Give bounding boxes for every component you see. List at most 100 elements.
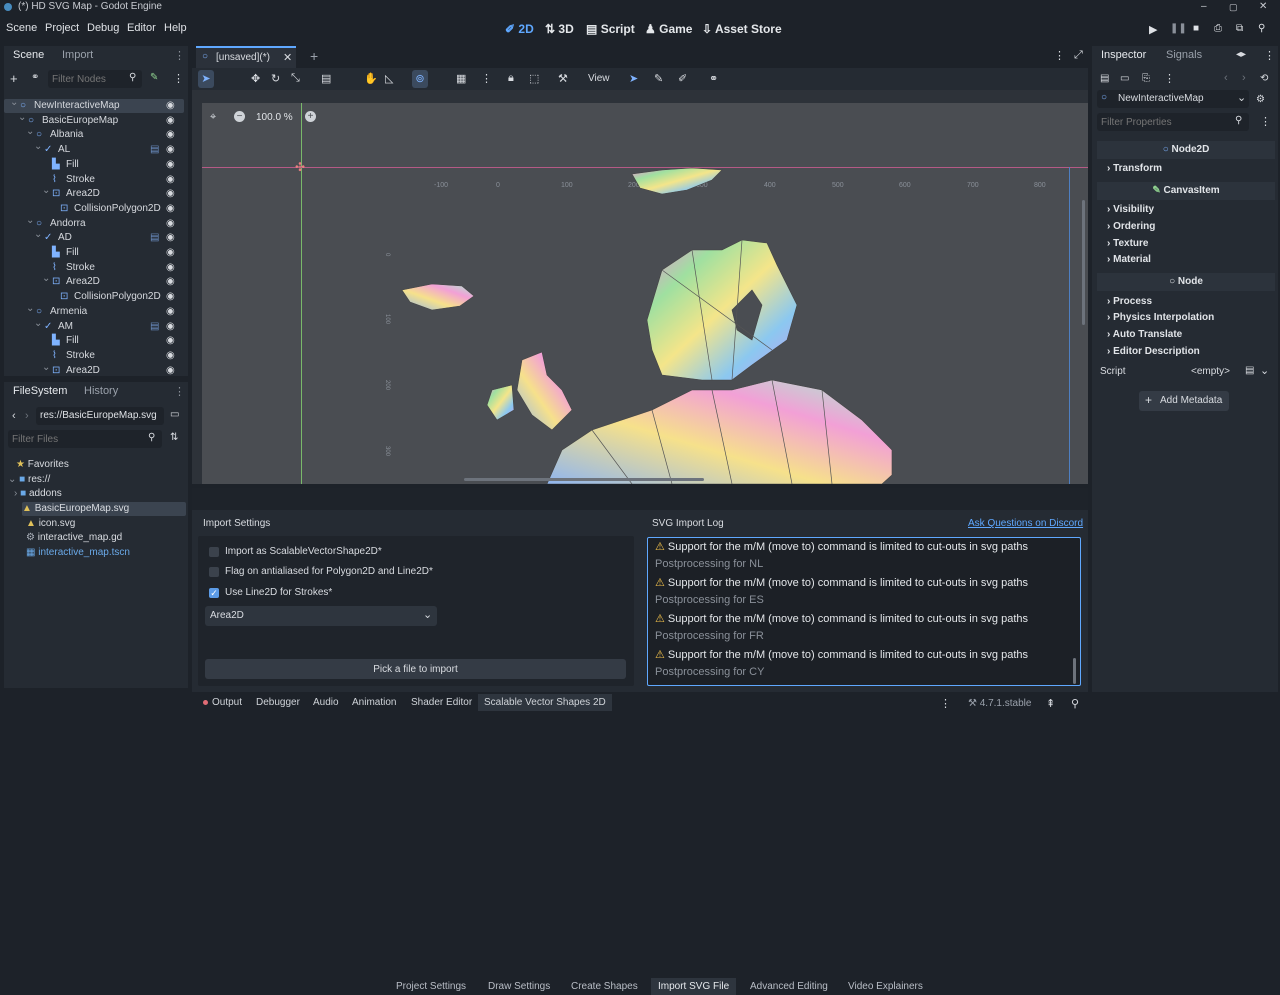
pick-file-button[interactable]: Pick a file to import: [205, 659, 626, 679]
section-visibility[interactable]: › Visibility: [1107, 204, 1154, 215]
visibility-eye-icon[interactable]: ◉: [166, 114, 175, 128]
bottom-tab[interactable]: Project Settings: [396, 981, 466, 992]
chevron-down-icon[interactable]: ⌄: [26, 214, 34, 228]
fs-item[interactable]: ▲ icon.svg: [26, 517, 75, 531]
script-attached-icon[interactable]: ▤: [150, 143, 159, 157]
attach-script-icon[interactable]: ✎: [150, 72, 158, 83]
tree-item-root[interactable]: ⌄ ○ NewInteractiveMap ◉: [4, 96, 184, 113]
pause-icon[interactable]: ❚❚: [1170, 23, 1187, 34]
view-menu[interactable]: View: [588, 73, 610, 84]
bottom-tab[interactable]: Import SVG File: [651, 978, 737, 995]
filter-properties-input[interactable]: [1101, 115, 1231, 129]
grid-snap-icon[interactable]: ▦: [456, 72, 466, 85]
tree-item[interactable]: ⌇ Stroke ◉: [4, 261, 194, 275]
tab-filesystem[interactable]: FileSystem: [13, 385, 67, 397]
scene-menu-icon[interactable]: ⋮: [173, 72, 184, 85]
new-tab-icon[interactable]: +: [310, 48, 318, 64]
visibility-eye-icon[interactable]: ◉: [166, 290, 175, 304]
visibility-eye-icon[interactable]: ◉: [166, 128, 175, 142]
menu-scene[interactable]: Scene: [6, 22, 37, 34]
bottom-bar-tab[interactable]: Scalable Vector Shapes 2D: [478, 694, 612, 711]
fs-item-selected[interactable]: ▲ BasicEuropeMap.svg: [22, 502, 186, 516]
pen-icon[interactable]: ✎: [654, 72, 663, 85]
chevron-down-icon[interactable]: ⌄: [42, 361, 50, 375]
workspace-2d[interactable]: ✐ 2D: [505, 22, 534, 36]
expand-panel-icon[interactable]: ⇞: [1046, 697, 1055, 710]
workspace-game[interactable]: ♟ Game: [645, 22, 692, 36]
smart-snap-icon[interactable]: ⊚: [412, 70, 428, 88]
path-field[interactable]: res://BasicEuropeMap.svg: [36, 407, 164, 425]
script-property-value[interactable]: <empty> ▤ ⌄: [1185, 363, 1273, 381]
visibility-eye-icon[interactable]: ◉: [166, 320, 175, 334]
pencil-icon[interactable]: ✐: [678, 72, 687, 85]
chevron-down-icon[interactable]: ⌄: [42, 272, 50, 286]
node-info-icon[interactable]: ⚙: [1256, 94, 1265, 105]
distraction-free-icon[interactable]: ⤢: [1074, 49, 1083, 62]
play-icon[interactable]: ▶: [1149, 23, 1157, 36]
section-ordering[interactable]: › Ordering: [1107, 221, 1155, 232]
chevron-down-icon[interactable]: ⌄: [42, 184, 50, 198]
filter-properties-field[interactable]: ⚲: [1097, 113, 1249, 131]
bottom-tab[interactable]: Create Shapes: [571, 981, 638, 992]
chevron-down-icon[interactable]: ⌄: [34, 140, 42, 154]
resource-menu-icon[interactable]: ⋮: [1164, 72, 1175, 85]
checkbox-antialiased[interactable]: [209, 567, 219, 577]
scale-tool-icon[interactable]: ⤡: [291, 72, 300, 85]
rotate-tool-icon[interactable]: ↻: [271, 72, 280, 85]
new-resource-icon[interactable]: ▤: [1100, 73, 1109, 84]
tab-signals[interactable]: Signals: [1166, 49, 1202, 61]
bottom-tab[interactable]: Draw Settings: [488, 981, 550, 992]
group-icon[interactable]: ⬚: [529, 72, 539, 85]
close-window-icon[interactable]: ✕: [1259, 0, 1267, 14]
menu-help[interactable]: Help: [164, 22, 187, 34]
viewport-2d[interactable]: -100010020030040050060070080090010001100…: [192, 90, 1088, 484]
section-material[interactable]: › Material: [1107, 254, 1151, 265]
visibility-eye-icon[interactable]: ◉: [166, 202, 175, 216]
bottom-bar-tab[interactable]: Audio: [313, 697, 339, 708]
workspace-3d[interactable]: ⇅ 3D: [545, 22, 574, 36]
section-transform[interactable]: › Transform: [1107, 163, 1162, 174]
visibility-eye-icon[interactable]: ◉: [166, 261, 175, 275]
section-process[interactable]: › Process: [1107, 296, 1152, 307]
visibility-eye-icon[interactable]: ◉: [166, 99, 175, 113]
dock-menu-icon[interactable]: ⋮: [174, 49, 185, 62]
checkbox-line2d-strokes[interactable]: ✓: [209, 588, 219, 598]
filter-files-field[interactable]: ⚲: [8, 430, 162, 448]
back-icon[interactable]: ‹: [12, 410, 16, 422]
remote-debug-icon[interactable]: ⎙: [1214, 23, 1222, 34]
tree-item[interactable]: ⌄ ⊡ Area2D ◉: [4, 361, 194, 378]
fs-item[interactable]: ▦ interactive_map.tscn: [26, 546, 130, 560]
chevron-down-icon[interactable]: ⌄: [10, 96, 18, 110]
bottom-bar-tab[interactable]: Shader Editor: [411, 697, 472, 708]
tree-item[interactable]: ⌄ ✓ AL ▤ ◉: [4, 140, 194, 157]
europe-map[interactable]: [192, 90, 1088, 484]
pan-tool-icon[interactable]: ✋: [364, 72, 378, 85]
chevron-down-icon[interactable]: ⌄: [26, 302, 34, 316]
select-tool-icon[interactable]: ➤: [198, 70, 214, 88]
tree-item[interactable]: ⌄ ✓ AD ▤ ◉: [4, 229, 194, 245]
movie-maker-icon[interactable]: ⚲: [1258, 23, 1265, 34]
link-icon[interactable]: ⚭: [31, 72, 39, 83]
visibility-eye-icon[interactable]: ◉: [166, 173, 175, 187]
chevron-down-icon[interactable]: ⌄: [26, 125, 34, 139]
split-view-icon[interactable]: ▭: [170, 409, 179, 420]
ruler-tool-icon[interactable]: ▤: [321, 72, 331, 85]
script-attached-icon[interactable]: ▤: [150, 231, 159, 245]
tree-item[interactable]: ⌄ ○ Andorra ◉: [4, 214, 194, 231]
menu-editor[interactable]: Editor: [127, 22, 156, 34]
filter-nodes-field[interactable]: ⚲: [48, 70, 142, 88]
fs-item[interactable]: ⚙ interactive_map.gd: [26, 531, 122, 545]
bottom-menu-icon[interactable]: ⋮: [940, 697, 951, 710]
section-auto-translate[interactable]: › Auto Translate: [1107, 329, 1182, 340]
bottom-bar-tab[interactable]: Animation: [352, 697, 396, 708]
log-scrollbar[interactable]: [1073, 658, 1076, 684]
move-tool-icon[interactable]: ✥: [251, 72, 260, 85]
dock-arrows-icon[interactable]: ◂▸: [1236, 49, 1246, 60]
fs-item-addons[interactable]: › ■ addons: [14, 487, 62, 501]
save-resource-icon[interactable]: ⎘: [1142, 73, 1150, 84]
visibility-eye-icon[interactable]: ◉: [166, 275, 175, 289]
history-forward-icon[interactable]: ›: [1242, 72, 1246, 84]
tab-history[interactable]: History: [84, 385, 118, 397]
script-attached-icon[interactable]: ▤: [150, 320, 159, 334]
play-scene-icon[interactable]: ⧉: [1236, 23, 1243, 34]
